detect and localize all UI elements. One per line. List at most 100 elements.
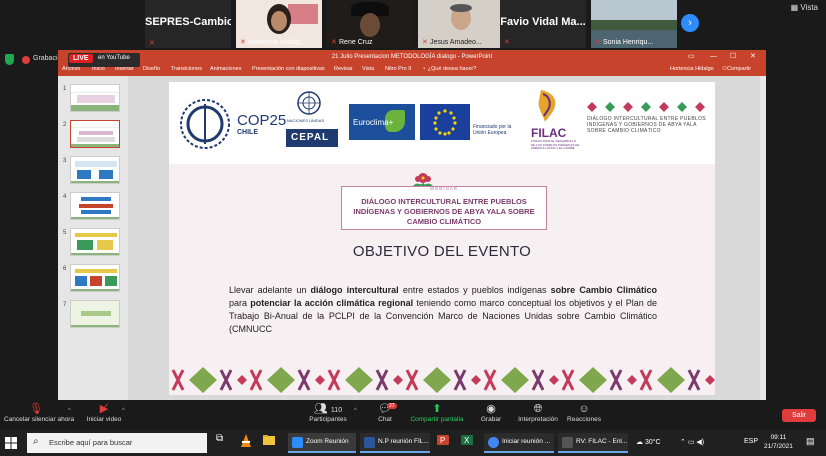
chevron-up-icon[interactable]: ^	[354, 408, 357, 414]
participants-button[interactable]: 👥︎ 110 Participantes	[306, 402, 350, 423]
svg-text:X: X	[464, 436, 470, 445]
unmute-label: Cancelar silenciar ahora	[4, 416, 75, 423]
slide-thumbnail-active[interactable]	[70, 120, 120, 148]
zoom-icon	[292, 437, 303, 448]
cop25-sub: CHILE	[237, 129, 258, 136]
window-title: 21 Julio Presentacion METODOLOGÍA dialog…	[58, 50, 766, 64]
body-text-bold: diálogo intercultural	[310, 285, 399, 295]
taskbar-app-zoom[interactable]: Zoom Reunión	[288, 433, 356, 453]
start-video-label: Iniciar video	[86, 416, 122, 423]
share-screen-button[interactable]: ⬆ Compartir pantalla	[408, 402, 466, 423]
shield-icon	[5, 54, 14, 65]
slide-thumbnail[interactable]	[70, 156, 120, 184]
next-page-button[interactable]: ›	[681, 14, 699, 32]
participant-tile[interactable]: ✕ Hortencia Hidalg...	[236, 0, 322, 48]
slide-number: 1	[63, 86, 67, 92]
tray-icons[interactable]: ⌃ ▭ ◀)	[680, 438, 704, 446]
cepal-text: CEPAL	[291, 132, 330, 143]
interpretation-button[interactable]: 🌐︎ Interpretación	[516, 402, 560, 423]
pattern-x-mark	[171, 369, 185, 391]
vlc-icon[interactable]	[240, 433, 254, 453]
screen: SEPRES-Cambio... ✕ ✕Hortencia Hidalg... …	[0, 0, 826, 456]
slide-thumbnail[interactable]	[70, 192, 120, 220]
tab-nitro[interactable]: Nitro Pro 9	[385, 66, 411, 72]
pattern-x-mark	[483, 369, 497, 391]
smile-icon: ☺	[578, 403, 590, 415]
slide-thumbnail[interactable]	[70, 300, 120, 328]
slide-thumbnail[interactable]	[70, 228, 120, 256]
participant-strip: SEPRES-Cambio... ✕ ✕Hortencia Hidalg... …	[0, 0, 826, 50]
body-text-part: Llevar adelante un	[229, 285, 311, 295]
scrollbar[interactable]	[760, 76, 766, 400]
weather-widget[interactable]: ☁ 30°C	[636, 438, 661, 446]
chevron-right-icon: ›	[688, 17, 692, 29]
eu-funded-text: Financiado por la Unión Europea	[473, 124, 512, 136]
slide-thumbnail[interactable]	[70, 84, 120, 112]
notification-icon[interactable]: ▤	[806, 436, 815, 456]
taskbar-app-mail[interactable]: RV: FILAC - Enl...	[558, 433, 628, 453]
webinar-title: DIÁLOGO INTERCULTURAL ENTRE PUEBLOS INDÍ…	[353, 197, 535, 226]
language-indicator[interactable]: ESP	[744, 438, 758, 445]
taskbar-app-label: Iniciar reunión ...	[502, 438, 551, 445]
task-view-icon[interactable]: ⧉	[216, 433, 230, 453]
pattern-x-mark	[687, 369, 701, 391]
leave-button[interactable]: Salir	[782, 409, 816, 422]
view-button[interactable]: ▦ Vista	[791, 3, 818, 12]
chat-button[interactable]: 💬︎ 27 Chat	[372, 402, 398, 423]
file-explorer-icon[interactable]	[262, 433, 276, 453]
windows-start-icon[interactable]	[5, 436, 17, 449]
powerpoint-icon[interactable]: P	[436, 433, 450, 453]
current-slide[interactable]: COP25 CHILE NACIONES UNIDAS CEPAL Eurocl…	[169, 82, 715, 395]
close-icon[interactable]: ✕	[750, 50, 756, 64]
taskbar-search[interactable]: ⌕ Escribe aquí para buscar	[27, 433, 207, 453]
tab-vista[interactable]: Vista	[362, 66, 374, 72]
tab-animaciones[interactable]: Animaciones	[210, 66, 242, 72]
minimize-icon[interactable]: —	[710, 50, 717, 64]
tab-presentacion[interactable]: Presentación con diapositivas	[252, 66, 325, 72]
slide-thumbnails: 1 2 3 4 5 6 7	[58, 76, 128, 400]
clock-time: 09:11	[770, 434, 787, 441]
participant-tile[interactable]: ✕ Sonia Henriqu...	[591, 0, 677, 48]
un-text: NACIONES UNIDAS	[287, 118, 325, 123]
participant-tile[interactable]: ✕ Rene Cruz	[327, 0, 413, 48]
webinar-label: WEBINAR	[429, 186, 458, 191]
live-platform: en YouTube	[98, 55, 130, 61]
slide-body-text: Llevar adelante un diálogo intercultural…	[229, 284, 657, 336]
slide-number: 6	[63, 266, 67, 272]
excel-icon[interactable]: X	[460, 433, 474, 453]
taskbar-app-word[interactable]: N.P reunión FIL...	[360, 433, 430, 453]
share-button[interactable]: ⚇Compartir	[722, 66, 751, 72]
participant-tile[interactable]: ✕ Jesus Amadeo...	[418, 0, 504, 48]
tab-diseno[interactable]: Diseño	[143, 66, 160, 72]
tab-transiciones[interactable]: Transiciones	[171, 66, 202, 72]
pattern-leaf-mark	[189, 367, 217, 393]
chevron-up-icon[interactable]: ^	[122, 408, 125, 414]
tab-revisar[interactable]: Revisar	[334, 66, 353, 72]
taskbar-clock[interactable]: 09:11 21/7/2021	[764, 433, 793, 451]
live-stream-badge[interactable]: LIVE en YouTube	[68, 53, 140, 67]
slide-number: 3	[63, 158, 67, 164]
ribbon-tabs: Archivo Inicio Insertar Diseño Transicio…	[58, 64, 766, 76]
tell-me-box[interactable]: ♀ ¿Qué desea hacer?	[422, 66, 476, 72]
filac-sub: FONDO PARA EL DESARROLLO DE LOS PUEBLOS …	[531, 139, 580, 150]
record-button[interactable]: ◉ Grabar	[478, 402, 504, 423]
body-text-bold: potenciar la acción climática regional	[250, 298, 414, 308]
chevron-up-icon[interactable]: ^	[68, 408, 71, 414]
start-video-button[interactable]: ▶̸ Iniciar video	[84, 402, 124, 423]
unmute-button[interactable]: 🎙︎ Cancelar silenciar ahora	[4, 402, 75, 423]
user-name[interactable]: Hortencia Hidalgo	[670, 66, 714, 72]
pattern-leaf-mark	[423, 367, 451, 393]
dialogo-logo: DIÁLOGO INTERCULTURAL ENTRE PUEBLOS INDÍ…	[585, 100, 713, 152]
windows-taskbar: ⌕ Escribe aquí para buscar ⧉ Zoom Reunió…	[0, 430, 826, 456]
taskbar-app-chrome[interactable]: Iniciar reunión ...	[484, 433, 554, 453]
reactions-button[interactable]: ☺ Reacciones	[566, 402, 602, 423]
maximize-icon[interactable]: ☐	[730, 50, 736, 64]
chrome-icon	[488, 437, 499, 448]
logo-banner: COP25 CHILE NACIONES UNIDAS CEPAL Eurocl…	[169, 82, 715, 164]
participant-tile[interactable]: Favio Vidal Ma... ✕	[500, 0, 586, 48]
ribbon-options-icon[interactable]: ▭	[688, 50, 695, 64]
participant-tile[interactable]: SEPRES-Cambio... ✕	[145, 0, 231, 48]
body-text-part: para	[229, 298, 251, 308]
slide-thumbnail[interactable]	[70, 264, 120, 292]
chat-badge: 27	[387, 403, 397, 409]
